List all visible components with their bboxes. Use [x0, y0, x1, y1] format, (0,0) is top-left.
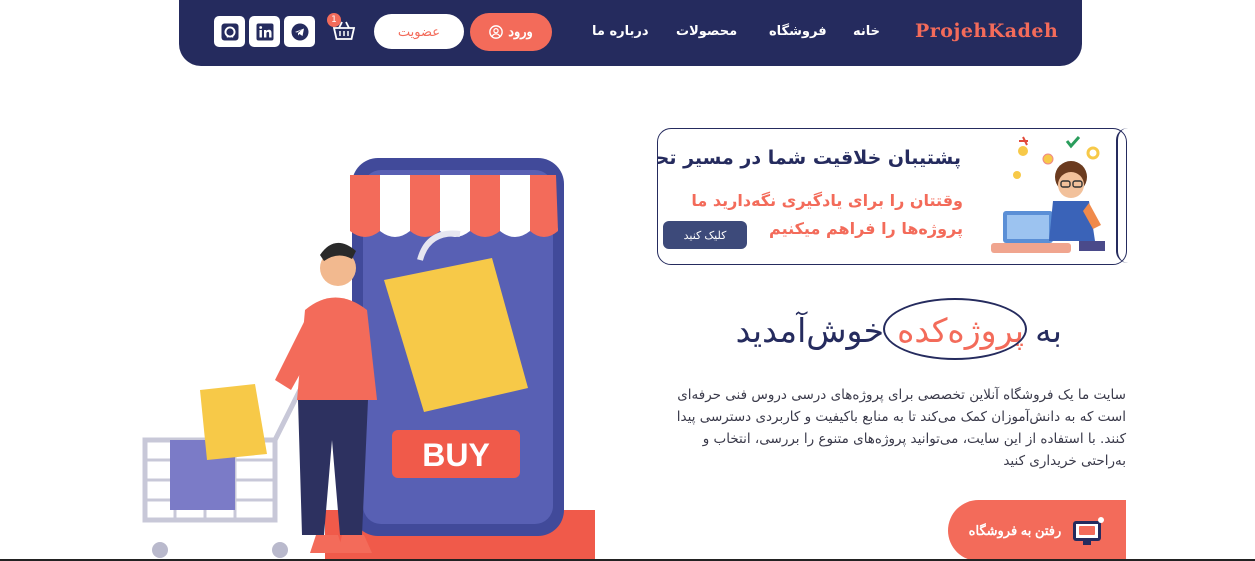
github-link[interactable] [214, 16, 245, 47]
brand-highlight-circle [883, 298, 1027, 360]
banner-subline-1: وقتتان را برای یادگیری نگه‌دارید ما [691, 191, 963, 210]
user-circle-icon [489, 25, 504, 39]
login-label: ورود [508, 24, 533, 39]
login-button[interactable]: ورود [470, 13, 552, 51]
go-to-shop-label: رفتن به فروشگاه [968, 522, 1062, 538]
store-icon [1073, 516, 1105, 545]
go-to-shop-button[interactable]: رفتن به فروشگاه [948, 500, 1126, 561]
student-computer-illustration [991, 136, 1105, 253]
nav-link-products[interactable]: محصولات [676, 24, 737, 39]
nav-link-about[interactable]: درباره ما [592, 24, 649, 39]
telegram-icon [291, 23, 308, 40]
nav-link-home[interactable]: خانه [853, 24, 880, 39]
top-navbar: ProjehKadeh خانه فروشگاه محصولات درباره … [179, 0, 1082, 66]
banner-click-button[interactable]: کلیک کنید [663, 221, 747, 249]
welcome-prefix: به [1035, 311, 1062, 350]
banner-subline-2: پروژه‌ها را فراهم میکنیم [769, 219, 963, 238]
buy-label: BUY [422, 437, 490, 473]
hero-description: سایت ما یک فروشگاه آنلاین تخصصی برای پرو… [676, 387, 1126, 469]
nav-link-shop[interactable]: فروشگاه [769, 24, 827, 39]
banner-headline: پشتیبان خلاقیت شما در مسیر تحصیل [657, 147, 961, 169]
carousel-next-edge[interactable] [1116, 128, 1128, 263]
welcome-suffix: خوش‌آمدید [735, 311, 884, 350]
linkedin-link[interactable] [249, 16, 280, 47]
signup-button[interactable]: عضویت [374, 14, 464, 49]
shopping-phone-illustration: BUY [142, 158, 595, 561]
signup-label: عضویت [397, 23, 441, 39]
github-icon [221, 23, 238, 40]
cart-count-badge: 1 [327, 13, 341, 27]
telegram-link[interactable] [284, 16, 315, 47]
promo-banner[interactable]: پشتیبان خلاقیت شما در مسیر تحصیل وقتتان … [657, 128, 1127, 265]
site-logo[interactable]: ProjehKadeh [915, 20, 1058, 42]
linkedin-icon [256, 23, 273, 40]
